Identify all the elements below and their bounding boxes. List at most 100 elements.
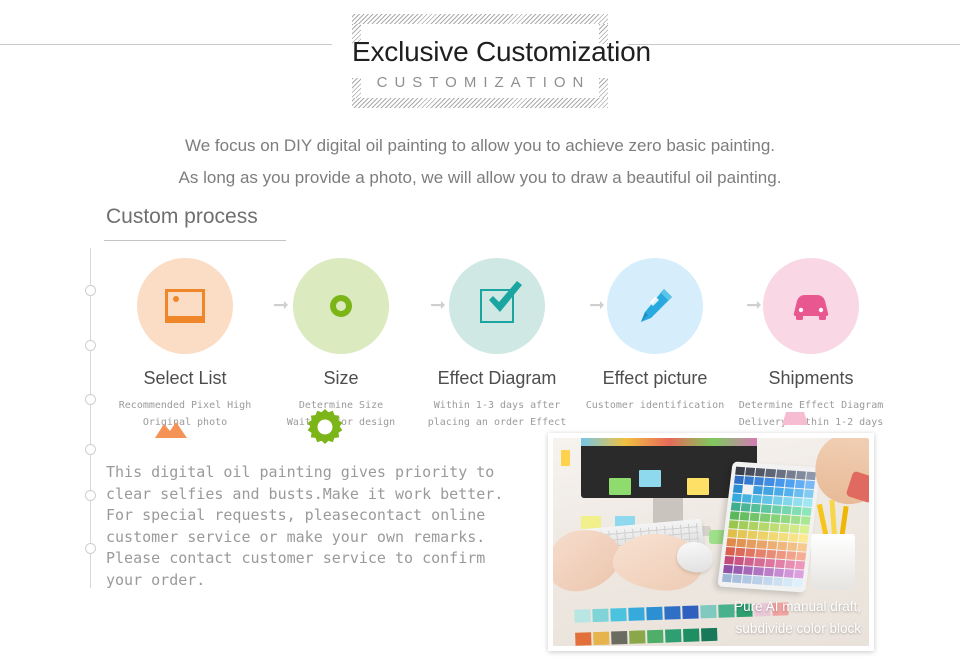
- photo-grid-cell: [728, 520, 739, 529]
- page-title: Exclusive Customization: [352, 36, 651, 67]
- photo-grid-cell: [782, 496, 793, 506]
- photo-grid-cell: [749, 512, 760, 522]
- process-step-select-list[interactable]: Select List Recommended Pixel High Origi…: [105, 258, 265, 431]
- photo-tablet: [717, 461, 821, 593]
- mountain-accent-icon: [155, 422, 187, 438]
- photo-grid-cell: [781, 505, 792, 515]
- photo-grid-cell: [784, 479, 795, 488]
- step-desc-3-line1: Within 1-3 days after: [433, 400, 561, 411]
- photo-grid-cell: [745, 548, 756, 558]
- step-desc-4-line1: Customer identification: [585, 400, 725, 411]
- step-circle-1: [137, 258, 233, 354]
- pen-icon: [641, 289, 672, 322]
- photo-grid-cell: [757, 531, 768, 540]
- photo-grid-cell: [791, 506, 802, 516]
- photo-grid-cell: [797, 543, 808, 552]
- step-label-1: Select List: [143, 368, 227, 388]
- photo-grid-cell: [744, 476, 755, 485]
- photo-grid-cell: [734, 475, 745, 485]
- photo-grid-cell: [729, 511, 740, 520]
- photo-grid-cell: [769, 523, 780, 532]
- header-rule-right: [628, 44, 960, 45]
- photo-swatch: [593, 631, 610, 646]
- step-desc-3-line2: placing an order Effect: [427, 417, 567, 428]
- photo-caption-line-2: subdivide color block: [735, 621, 861, 636]
- check-mark-icon: [489, 281, 522, 312]
- photo-grid-cell: [778, 532, 789, 542]
- photo-grid-cell: [792, 497, 803, 507]
- photo-caption: Pure AI manual draft, subdivide color bl…: [641, 596, 861, 640]
- step-desc-5-line2: Delivery within 1-2 days: [738, 417, 884, 428]
- photo-grid-cell: [731, 493, 742, 503]
- photo-grid-cell: [773, 487, 784, 496]
- process-steps: Select List Recommended Pixel High Origi…: [105, 258, 960, 428]
- photo-grid-cell: [736, 538, 747, 548]
- photo-grid-cell: [744, 557, 755, 566]
- step-circle-5: [763, 258, 859, 354]
- photo-grid-cell: [794, 560, 806, 570]
- photo-grid-cell: [721, 573, 733, 583]
- photo-grid-cell: [774, 478, 785, 487]
- photo-grid-cell: [735, 466, 746, 476]
- photo-grid-cell: [770, 514, 781, 523]
- timeline-dot-4: [85, 444, 96, 455]
- photo-swatch: [575, 632, 592, 646]
- photo-grid-cell: [743, 566, 754, 575]
- photo-grid-cell: [739, 512, 750, 521]
- photo-grid-cell: [759, 513, 771, 523]
- workspace-photo: Pure AI manual draft, subdivide color bl…: [553, 438, 869, 646]
- hatch-bottom-band: [352, 98, 608, 108]
- step-label-3: Effect Diagram: [437, 368, 557, 388]
- process-step-effect-diagram[interactable]: Effect Diagram Within 1-3 days after pla…: [417, 258, 577, 431]
- process-step-effect-picture[interactable]: Effect picture Customer identification: [575, 258, 735, 414]
- body-paragraph: This digital oil painting gives priority…: [106, 462, 526, 591]
- photo-grid-cell: [732, 574, 743, 584]
- process-step-size[interactable]: Size Determine Size Waiting for design: [261, 258, 421, 431]
- photo-grid-cell: [754, 476, 765, 486]
- gear-accent-icon: [307, 409, 343, 444]
- photo-grid-cell: [782, 578, 793, 587]
- photo-grid-cell: [755, 549, 766, 558]
- photo-grid-cell: [774, 559, 785, 569]
- photo-grid-cell: [734, 556, 745, 566]
- header-rule-left: [0, 44, 332, 45]
- photo-grid-cell: [740, 503, 751, 512]
- step-desc-5: Determine Effect Diagram Delivery within…: [731, 397, 891, 431]
- photo-grid-cell: [765, 549, 776, 559]
- body-line-5: Please contact customer service to confi…: [106, 549, 486, 567]
- process-step-shipments[interactable]: Shipments Determine Effect Diagram Deliv…: [731, 258, 891, 431]
- photo-grid-cell: [798, 534, 809, 543]
- timeline-dot-2: [85, 340, 96, 351]
- timeline-line: [90, 248, 91, 588]
- step-circle-2: [293, 258, 389, 354]
- photo-grid-cell: [762, 495, 773, 505]
- checkbox-icon: [480, 281, 522, 323]
- photo-grid-cell: [775, 469, 786, 479]
- photo-grid-cell: [776, 541, 788, 551]
- step-label-5: Shipments: [768, 368, 854, 388]
- photo-grid-cell: [725, 547, 736, 556]
- photo-grid-cell: [752, 494, 763, 504]
- photo-swatch: [611, 630, 628, 645]
- section-title-underline: [104, 240, 286, 241]
- photo-sticky-note: [687, 478, 709, 495]
- photo-grid-cell: [772, 496, 783, 505]
- timeline-dot-6: [85, 543, 96, 554]
- photo-grid-cell: [755, 468, 766, 477]
- photo-grid-cell: [753, 485, 764, 495]
- intro-line-1: We focus on DIY digital oil painting to …: [185, 136, 775, 155]
- photo-grid-cell: [767, 531, 779, 541]
- photo-grid-cell: [789, 524, 800, 534]
- photo-grid-cell: [747, 530, 758, 540]
- car-icon: [793, 295, 829, 320]
- photo-grid-cell: [764, 558, 775, 568]
- step-label-2: Size: [323, 368, 359, 388]
- intro-line-2: As long as you provide a photo, we will …: [178, 168, 782, 187]
- photo-grid-cell: [785, 470, 796, 479]
- hatch-top-band: [352, 14, 608, 24]
- photo-grid-cell: [763, 567, 774, 577]
- step-desc-3: Within 1-3 days after placing an order E…: [417, 397, 577, 431]
- photo-grid-cell: [793, 488, 804, 498]
- photo-grid-cell: [756, 540, 767, 549]
- photo-grid-cell: [764, 477, 775, 487]
